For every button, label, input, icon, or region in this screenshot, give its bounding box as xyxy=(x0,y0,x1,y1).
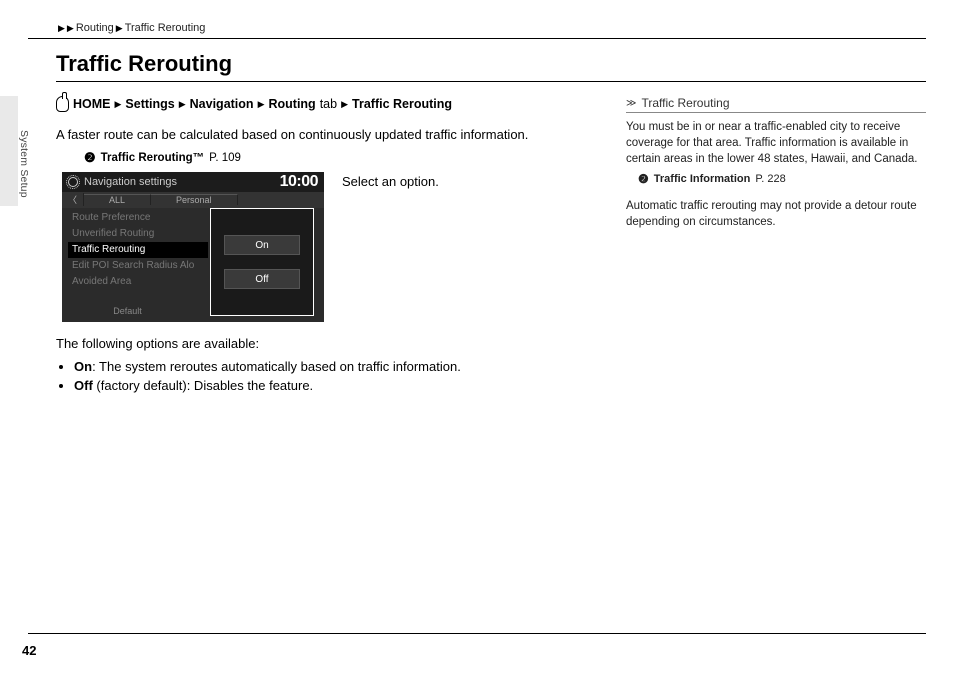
path-navigation: Navigation xyxy=(190,97,254,111)
screen-header: Navigation settings xyxy=(84,176,274,188)
divider xyxy=(28,38,926,39)
ui-screenshot: Navigation settings 10:00 〈 ALL Personal… xyxy=(62,172,324,322)
option-label: On xyxy=(74,359,92,374)
sidenote-title: Traffic Rerouting xyxy=(641,96,729,110)
triangle-icon: ▶ xyxy=(58,23,65,34)
screen-clock: 10:00 xyxy=(280,173,318,191)
tab-all: ALL xyxy=(84,194,151,205)
triangle-icon: ▶ xyxy=(258,99,265,110)
path-settings: Settings xyxy=(125,97,174,111)
triangle-icon: ▶ xyxy=(115,99,122,110)
sidenote-paragraph: Automatic traffic rerouting may not prov… xyxy=(626,198,926,230)
back-icon: 〈 xyxy=(62,193,84,206)
triangle-icon: ▶ xyxy=(67,23,74,34)
popup-option-off: Off xyxy=(224,269,300,289)
path-tab-word: tab xyxy=(320,97,337,111)
options-intro: The following options are available: xyxy=(56,336,608,351)
link-arrow-icon: ❷ xyxy=(638,171,649,188)
list-item-active: Traffic Rerouting xyxy=(68,242,208,258)
page-number: 42 xyxy=(22,643,36,658)
option-off: Off (factory default): Disables the feat… xyxy=(74,376,608,396)
hand-icon xyxy=(56,96,69,112)
note-icon: ≫ xyxy=(626,98,633,109)
triangle-icon: ▶ xyxy=(179,99,186,110)
tab-personal: Personal xyxy=(151,194,238,205)
divider xyxy=(28,633,926,634)
path-routing: Routing xyxy=(268,97,315,111)
xref-label: Traffic Information xyxy=(654,172,751,187)
option-label: Off xyxy=(74,378,93,393)
breadcrumb-item: Traffic Rerouting xyxy=(125,22,206,34)
gear-icon xyxy=(68,177,78,187)
option-text: (factory default): Disables the feature. xyxy=(93,378,313,393)
page-title: Traffic Rerouting xyxy=(56,51,926,77)
triangle-icon: ▶ xyxy=(116,23,123,34)
option-on: On: The system reroutes automatically ba… xyxy=(74,357,608,377)
popup-option-on: On xyxy=(224,235,300,255)
xref-label: Traffic Rerouting™ xyxy=(101,152,205,164)
breadcrumb: ▶ ▶ Routing ▶ Traffic Rerouting xyxy=(58,22,926,34)
sidenote-heading: ≫ Traffic Rerouting xyxy=(626,96,926,113)
triangle-icon: ▶ xyxy=(341,99,348,110)
path-leaf: Traffic Rerouting xyxy=(352,97,452,111)
side-section-label: System Setup xyxy=(18,130,30,198)
option-popup: On Off xyxy=(210,208,314,316)
path-home: HOME xyxy=(73,97,111,111)
link-arrow-icon: ❷ xyxy=(84,150,96,166)
xref-page: P. 109 xyxy=(209,152,241,164)
option-text: : The system reroutes automatically base… xyxy=(92,359,461,374)
step-instruction: Select an option. xyxy=(342,172,439,322)
intro-text: A faster route can be calculated based o… xyxy=(56,126,608,144)
options-list: On: The system reroutes automatically ba… xyxy=(74,357,608,396)
divider xyxy=(56,81,926,82)
footer-default: Default xyxy=(62,306,193,320)
sidenote-paragraph: You must be in or near a traffic-enabled… xyxy=(626,119,926,167)
cross-reference: ❷ Traffic Rerouting™ P. 109 xyxy=(84,150,608,166)
menu-path: HOME ▶ Settings ▶ Navigation ▶ Routing t… xyxy=(56,96,608,112)
breadcrumb-item: Routing xyxy=(76,22,114,34)
xref-page: P. 228 xyxy=(755,172,785,187)
cross-reference: ❷ Traffic Information P. 228 xyxy=(638,171,926,188)
side-tab xyxy=(0,96,18,206)
